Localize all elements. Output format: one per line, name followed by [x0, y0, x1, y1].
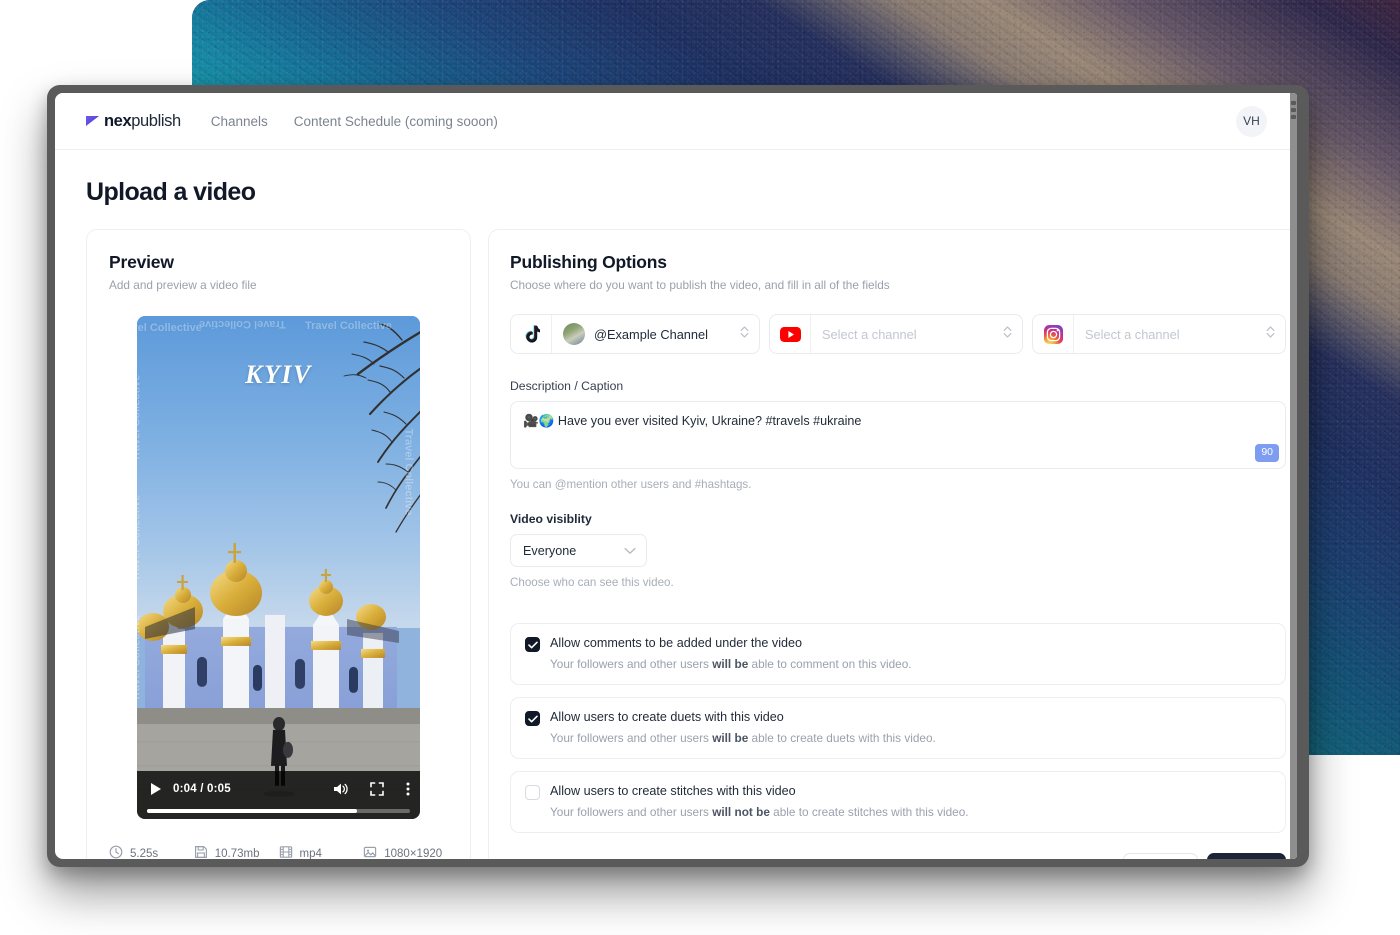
allow-comments-description: Your followers and other users will be a… — [550, 657, 1271, 671]
preview-subtitle: Add and preview a video file — [109, 278, 448, 292]
logo-triangle-icon — [86, 116, 99, 126]
tiktok-channel-value: @Example Channel — [594, 327, 708, 342]
meta-duration: 5.25s — [109, 845, 194, 859]
allow-stitches-title: Allow users to create stitches with this… — [550, 784, 796, 798]
meta-resolution-value: 1080×1920 — [384, 848, 442, 860]
preview-heading: Preview — [109, 252, 448, 273]
option-allow-comments[interactable]: Allow comments to be added under the vid… — [510, 623, 1286, 685]
chevron-down-icon — [624, 544, 636, 558]
desc-after: able to create stitches with this video. — [770, 805, 969, 819]
youtube-icon — [770, 315, 811, 353]
allow-duets-checkbox[interactable] — [525, 711, 540, 726]
nav-link-channels[interactable]: Channels — [211, 114, 268, 129]
instagram-icon — [1033, 315, 1074, 353]
volume-icon[interactable] — [333, 782, 348, 796]
chevron-updown-icon — [1003, 325, 1012, 344]
publishing-options-card: Publishing Options Choose where do you w… — [488, 229, 1297, 859]
tree-branches — [296, 322, 420, 542]
chevron-updown-icon — [740, 325, 749, 344]
video-controls-bar: 0:04 / 0:05 — [137, 771, 420, 819]
channel-selectors-row: @Example Channel — [510, 314, 1286, 354]
desc-emphasis: will be — [712, 731, 748, 745]
allow-duets-title: Allow users to create duets with this vi… — [550, 710, 784, 724]
desc-after: able to create duets with this video. — [748, 731, 936, 745]
meta-format-value: mp4 — [300, 848, 322, 860]
option-allow-duets[interactable]: Allow users to create duets with this vi… — [510, 697, 1286, 759]
desc-before: Your followers and other users — [550, 657, 712, 671]
visibility-label: Video visiblity — [510, 512, 1286, 526]
publishing-heading: Publishing Options — [510, 252, 1286, 273]
visibility-select[interactable]: Everyone — [510, 534, 647, 567]
channel-selector-tiktok[interactable]: @Example Channel — [510, 314, 760, 354]
meta-format: mp4 — [279, 845, 364, 859]
description-label: Description / Caption — [510, 379, 1286, 393]
description-helper-text: You can @mention other users and #hashta… — [510, 478, 1286, 491]
channel-selector-youtube[interactable]: Select a channel — [769, 314, 1023, 354]
play-button[interactable] — [151, 783, 161, 795]
logo-text-light: publish — [131, 112, 181, 130]
visibility-selected-value: Everyone — [523, 544, 576, 558]
video-progress-bar[interactable] — [147, 809, 410, 813]
allow-stitches-description: Your followers and other users will not … — [550, 805, 1271, 819]
page-title: Upload a video — [86, 178, 1266, 207]
clock-icon — [109, 845, 123, 859]
vertical-scrollbar[interactable] — [1290, 93, 1297, 859]
logo-text-bold: nex — [104, 112, 131, 130]
image-icon — [363, 845, 377, 859]
video-player[interactable]: Travel Collective Travel Collective Trav… — [137, 316, 420, 819]
chevron-updown-icon — [1266, 325, 1275, 344]
more-options-icon[interactable] — [406, 782, 410, 796]
allow-comments-title: Allow comments to be added under the vid… — [550, 636, 802, 650]
meta-duration-value: 5.25s — [130, 848, 158, 860]
video-options-list: Allow comments to be added under the vid… — [510, 611, 1286, 833]
page-body: Upload a video Preview Add and preview a… — [55, 150, 1297, 859]
desc-before: Your followers and other users — [550, 731, 712, 745]
scrollbar-grip[interactable] — [1291, 101, 1296, 119]
publish-footer: Make sure to carefully go over all requi… — [510, 833, 1286, 859]
video-time-label: 0:04 / 0:05 — [173, 783, 231, 795]
instagram-channel-select[interactable]: Select a channel — [1074, 315, 1285, 353]
desc-emphasis: will not be — [712, 805, 770, 819]
character-count-badge: 90 — [1255, 444, 1279, 462]
cancel-button[interactable]: Cancel — [1123, 853, 1198, 859]
video-overlay-title: KYIV — [137, 360, 420, 390]
nav-link-content-schedule[interactable]: Content Schedule (coming sooon) — [294, 114, 498, 129]
film-icon — [279, 845, 293, 859]
meta-resolution: 1080×1920 — [363, 845, 448, 859]
submit-button[interactable]: Submit — [1207, 853, 1286, 859]
channel-avatar — [563, 323, 585, 345]
description-value: Have you ever visited Kyiv, Ukraine? #tr… — [558, 414, 862, 428]
save-disk-icon — [194, 845, 208, 859]
content-columns: Preview Add and preview a video file — [86, 229, 1266, 859]
browser-window: nexpublish Channels Content Schedule (co… — [47, 85, 1309, 867]
allow-comments-checkbox[interactable] — [525, 637, 540, 652]
desc-after: able to comment on this video. — [748, 657, 911, 671]
fullscreen-icon[interactable] — [370, 782, 384, 796]
publishing-subtitle: Choose where do you want to publish the … — [510, 278, 1286, 292]
allow-duets-description: Your followers and other users will be a… — [550, 731, 1271, 745]
desc-before: Your followers and other users — [550, 805, 712, 819]
top-navigation-bar: nexpublish Channels Content Schedule (co… — [55, 93, 1297, 150]
option-allow-stitches[interactable]: Allow users to create stitches with this… — [510, 771, 1286, 833]
browser-viewport: nexpublish Channels Content Schedule (co… — [55, 93, 1297, 859]
description-emoji: 🎥🌍 — [523, 414, 554, 428]
visibility-helper-text: Choose who can see this video. — [510, 576, 1286, 589]
allow-stitches-checkbox[interactable] — [525, 785, 540, 800]
desc-emphasis: will be — [712, 657, 748, 671]
video-progress-fill — [147, 809, 357, 813]
meta-filesize-value: 10.73mb — [215, 848, 260, 860]
description-textarea[interactable]: 🎥🌍 Have you ever visited Kyiv, Ukraine? … — [510, 401, 1286, 469]
preview-card: Preview Add and preview a video file — [86, 229, 471, 859]
tiktok-channel-select[interactable]: @Example Channel — [552, 315, 759, 353]
video-metadata-row: 5.25s 10.73mb — [109, 827, 448, 859]
channel-selector-instagram[interactable]: Select a channel — [1032, 314, 1286, 354]
tiktok-icon — [511, 315, 552, 353]
user-avatar[interactable]: VH — [1236, 106, 1267, 137]
instagram-channel-placeholder: Select a channel — [1085, 327, 1180, 342]
youtube-channel-placeholder: Select a channel — [822, 327, 917, 342]
app-logo[interactable]: nexpublish — [86, 112, 181, 131]
meta-filesize: 10.73mb — [194, 845, 279, 859]
youtube-channel-select[interactable]: Select a channel — [811, 315, 1022, 353]
